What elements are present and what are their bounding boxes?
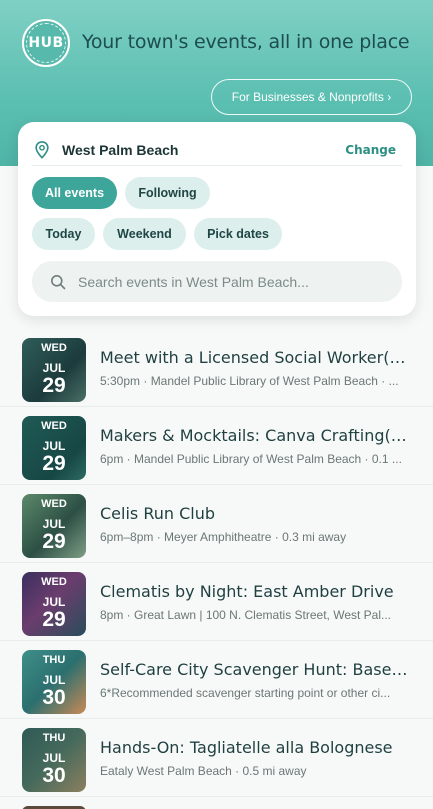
event-row[interactable]: WED JUL 29 Clematis by Night: East Amber… xyxy=(0,563,433,641)
event-row[interactable]: WED JUL 29 Meet with a Licensed Social W… xyxy=(0,329,433,407)
event-row[interactable]: THU JUL 30 Self-Care City Scavenger Hunt… xyxy=(0,641,433,719)
event-meta: 8pm · Great Lawn | 100 N. Clematis Stree… xyxy=(100,608,392,622)
event-thumbnail: THU JUL 30 xyxy=(22,650,86,714)
event-meta: Eataly West Palm Beach · 0.5 mi away xyxy=(100,764,307,778)
event-day: 29 xyxy=(42,374,66,397)
event-weekday: THU xyxy=(42,732,66,744)
event-weekday: WED xyxy=(41,420,67,432)
event-row[interactable]: WED JUL 29 Celis Run Club 6pm–8pm · Meye… xyxy=(0,485,433,563)
event-month: JUL xyxy=(42,751,66,765)
businesses-nonprofits-button[interactable]: For Businesses & Nonprofits › xyxy=(211,79,412,115)
event-weekday: WED xyxy=(41,498,67,510)
filter-all-events[interactable]: All events xyxy=(32,177,117,209)
location-pin-icon xyxy=(35,140,49,159)
hub-logo[interactable]: HUB xyxy=(22,19,70,67)
event-row[interactable]: THU JUL 30 Hands-On: Tagliatelle alla Bo… xyxy=(0,719,433,797)
event-day: 30 xyxy=(42,764,66,787)
event-month: JUL xyxy=(42,595,66,609)
event-row[interactable]: WED JUL 29 Makers & Mocktails: Canva Cra… xyxy=(0,407,433,485)
event-month: JUL xyxy=(42,439,66,453)
location-row: West Palm Beach Change xyxy=(32,134,402,166)
search-bar[interactable] xyxy=(32,261,402,302)
event-weekday: WED xyxy=(41,576,67,588)
event-title: Meet with a Licensed Social Worker(Op... xyxy=(100,348,415,367)
search-icon xyxy=(51,274,66,289)
event-day: 29 xyxy=(42,608,66,631)
filter-following[interactable]: Following xyxy=(125,177,210,209)
event-thumbnail: THU JUL 30 xyxy=(22,728,86,792)
event-meta: 6*Recommended scavenger starting point o… xyxy=(100,686,391,700)
event-month: JUL xyxy=(42,517,66,531)
event-day: 29 xyxy=(42,530,66,553)
event-month: JUL xyxy=(42,673,66,687)
event-weekday: WED xyxy=(41,342,67,354)
filter-pick-dates[interactable]: Pick dates xyxy=(194,218,282,250)
event-month: JUL xyxy=(42,361,66,375)
event-day: 30 xyxy=(42,686,66,709)
event-thumbnail: WED JUL 29 xyxy=(22,572,86,636)
event-title: Clematis by Night: East Amber Drive xyxy=(100,582,394,601)
event-weekday: THU xyxy=(42,654,66,666)
event-meta: 5:30pm · Mandel Public Library of West P… xyxy=(100,374,399,388)
event-title: Self-Care City Scavenger Hunt: Based ... xyxy=(100,660,415,679)
filter-weekend[interactable]: Weekend xyxy=(103,218,186,250)
event-thumbnail: WED JUL 29 xyxy=(22,494,86,558)
tagline: Your town's events, all in one place xyxy=(82,31,410,53)
change-location-link[interactable]: Change xyxy=(345,143,396,157)
event-title: Celis Run Club xyxy=(100,504,216,523)
event-title: Makers & Mocktails: Canva Crafting(Op... xyxy=(100,426,415,445)
filter-card: West Palm Beach Change All events Follow… xyxy=(18,122,416,316)
event-meta: 6pm–8pm · Meyer Amphitheatre · 0.3 mi aw… xyxy=(100,530,347,544)
filter-today[interactable]: Today xyxy=(32,218,95,250)
event-title: Hands-On: Tagliatelle alla Bolognese xyxy=(100,738,393,757)
search-input[interactable] xyxy=(78,273,378,290)
event-day: 29 xyxy=(42,452,66,475)
logo-text: HUB xyxy=(26,23,66,63)
event-meta: 6pm · Mandel Public Library of West Palm… xyxy=(100,452,402,466)
event-thumbnail: WED JUL 29 xyxy=(22,416,86,480)
event-thumbnail: WED JUL 29 xyxy=(22,338,86,402)
location-name: West Palm Beach xyxy=(62,141,179,158)
